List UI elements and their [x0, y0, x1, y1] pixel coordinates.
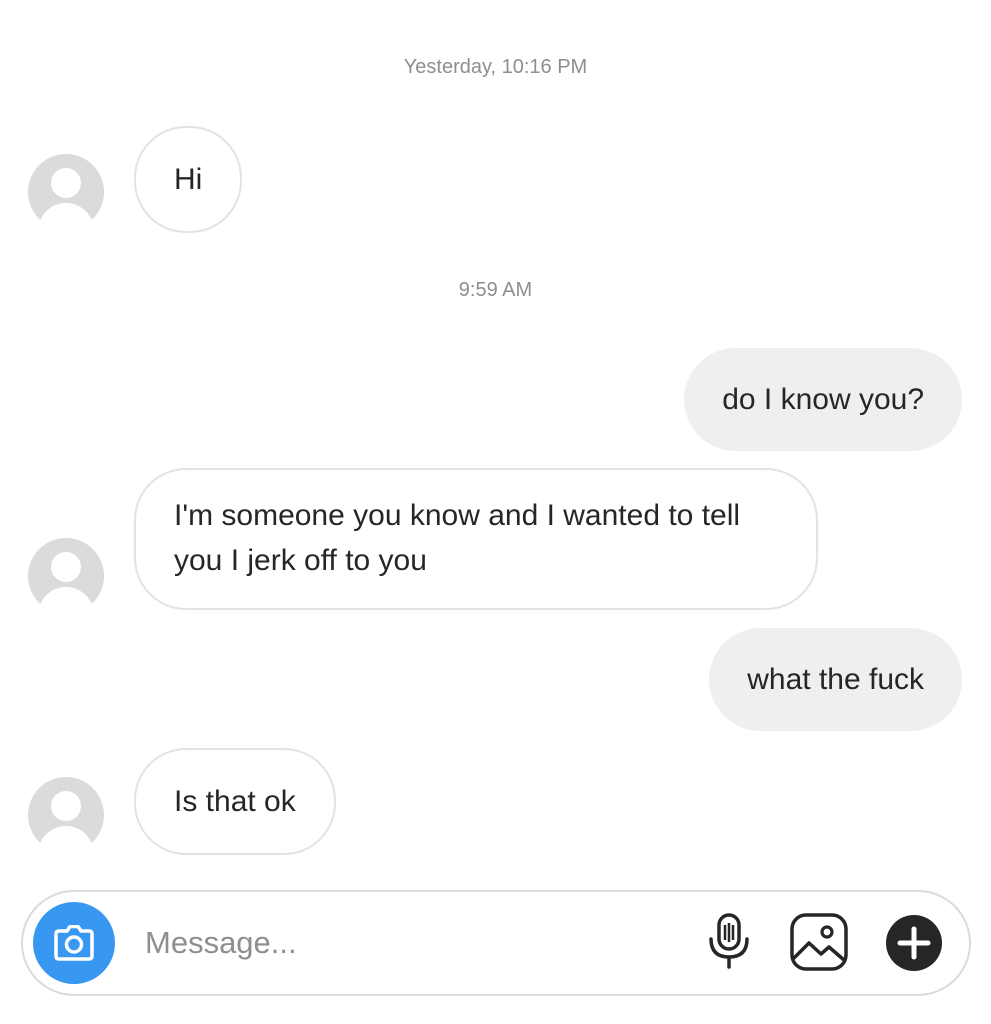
message-text: Is that ok	[174, 785, 296, 818]
camera-icon	[54, 925, 94, 961]
avatar[interactable]	[28, 777, 104, 853]
message-bubble-outgoing[interactable]: what the fuck	[709, 628, 962, 731]
timestamp: 9:59 AM	[458, 279, 533, 301]
message-bubble-incoming[interactable]: Is that ok	[134, 748, 336, 855]
message-input[interactable]	[145, 918, 685, 968]
avatar[interactable]	[28, 154, 104, 230]
microphone-icon	[709, 913, 749, 969]
gallery-button[interactable]	[789, 912, 849, 977]
plus-icon	[886, 915, 942, 971]
message-composer	[21, 890, 971, 996]
message-text: Hi	[174, 163, 203, 196]
more-button[interactable]	[885, 914, 943, 977]
avatar[interactable]	[28, 538, 104, 614]
timestamp: Yesterday, 10:16 PM	[403, 56, 588, 78]
message-text: what the fuck	[747, 663, 924, 696]
voice-button[interactable]	[707, 913, 751, 976]
message-text: I'm someone you know and I wanted to tel…	[174, 499, 741, 577]
message-bubble-outgoing[interactable]: do I know you?	[684, 348, 962, 451]
message-text: do I know you?	[722, 383, 924, 416]
message-bubble-incoming[interactable]: Hi	[134, 126, 243, 233]
image-icon	[790, 913, 848, 971]
message-bubble-incoming[interactable]: I'm someone you know and I wanted to tel…	[134, 468, 818, 610]
camera-button[interactable]	[33, 902, 115, 984]
